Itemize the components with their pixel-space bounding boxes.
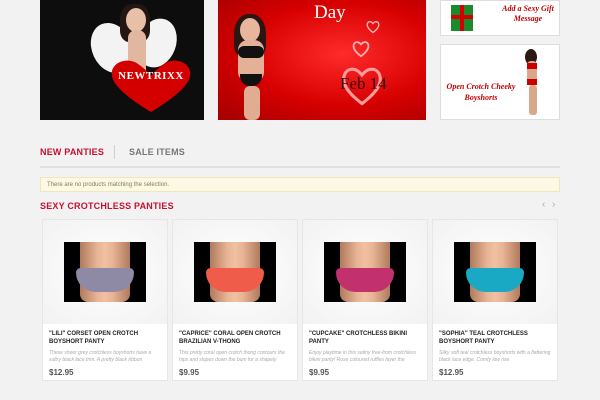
product-photo bbox=[324, 242, 406, 302]
product-photo bbox=[194, 242, 276, 302]
product-card[interactable]: "CAPRICE" CORAL OPEN CROTCH BRAZILIAN V-… bbox=[172, 219, 298, 381]
product-photo bbox=[454, 242, 536, 302]
tab-divider bbox=[114, 145, 115, 159]
product-card[interactable]: "CUPCAKE" CROTCHLESS BIKINI PANTY Enjoy … bbox=[302, 219, 428, 381]
product-price: $12.95 bbox=[49, 368, 74, 377]
model-bra bbox=[238, 46, 264, 58]
product-description: This pretty coral open crotch thong cont… bbox=[179, 350, 285, 363]
tab-sale-items[interactable]: SALE ITEMS bbox=[129, 147, 185, 157]
panty-swatch bbox=[336, 268, 394, 292]
model-legs bbox=[244, 86, 260, 120]
banner-date: Feb 14 bbox=[340, 74, 387, 93]
tab-new-panties[interactable]: NEW PANTIES bbox=[40, 147, 104, 157]
product-description: These sheer grey crotchless boyshorts ha… bbox=[49, 350, 152, 363]
product-name[interactable]: "SOPHIA" TEAL CROTCHLESS BOYSHORT PANTY bbox=[439, 330, 553, 346]
gift-ribbon bbox=[451, 15, 473, 19]
heart-outline-icon bbox=[366, 20, 380, 34]
product-price: $9.95 bbox=[309, 368, 330, 377]
product-description: Silky soft teal crotchless boyshorts wit… bbox=[439, 350, 551, 363]
product-image[interactable] bbox=[43, 220, 167, 324]
gift-message-text: Add a Sexy Gift Message bbox=[502, 4, 554, 23]
product-name[interactable]: "CUPCAKE" CROTCHLESS BIKINI PANTY bbox=[309, 330, 423, 346]
panty-swatch bbox=[466, 268, 524, 292]
product-description: Enjoy playtime in this satiny free-from … bbox=[309, 350, 416, 363]
banner-gift-message[interactable]: Add a Sexy Gift Message bbox=[440, 0, 560, 36]
carousel-next-arrow-icon[interactable]: › bbox=[552, 199, 555, 210]
product-photo bbox=[64, 242, 146, 302]
model-legs bbox=[529, 85, 537, 115]
model-bra bbox=[527, 63, 537, 69]
product-name[interactable]: "LILI" CORSET OPEN CROTCH BOYSHORT PANTY bbox=[49, 330, 163, 346]
section-title: SEXY CROTCHLESS PANTIES bbox=[40, 201, 174, 211]
banner-angel-promo[interactable]: NEWTRIXX bbox=[40, 0, 204, 120]
banner-valentines-day[interactable]: Day Feb 14 bbox=[218, 0, 426, 120]
model-head bbox=[126, 8, 146, 32]
product-image[interactable] bbox=[303, 220, 427, 324]
product-price: $9.95 bbox=[179, 368, 200, 377]
boyshorts-promo-text: Open Crotch Cheeky Boyshorts bbox=[446, 82, 516, 102]
product-card[interactable]: "SOPHIA" TEAL CROTCHLESS BOYSHORT PANTY … bbox=[432, 219, 558, 381]
product-image[interactable] bbox=[433, 220, 557, 324]
panty-swatch bbox=[76, 268, 134, 292]
banner-title: Day bbox=[314, 2, 346, 23]
panty-swatch bbox=[206, 268, 264, 292]
carousel-prev-arrow-icon[interactable]: ‹ bbox=[542, 199, 545, 210]
heart-icon bbox=[111, 60, 191, 112]
product-name[interactable]: "CAPRICE" CORAL OPEN CROTCH BRAZILIAN V-… bbox=[179, 330, 293, 346]
banner-cheeky-boyshorts[interactable]: Open Crotch Cheeky Boyshorts bbox=[440, 44, 560, 120]
product-image[interactable] bbox=[173, 220, 297, 324]
empty-selection-notice: There are no products matching the selec… bbox=[40, 177, 560, 192]
heart-outline-icon bbox=[352, 41, 370, 58]
product-card[interactable]: "LILI" CORSET OPEN CROTCH BOYSHORT PANTY… bbox=[42, 219, 168, 381]
product-tabs: NEW PANTIES SALE ITEMS bbox=[40, 142, 560, 168]
product-price: $12.95 bbox=[439, 368, 464, 377]
model-head bbox=[240, 18, 260, 42]
brand-heart-label: NEWTRIXX bbox=[118, 70, 184, 82]
model-panty bbox=[240, 74, 262, 86]
